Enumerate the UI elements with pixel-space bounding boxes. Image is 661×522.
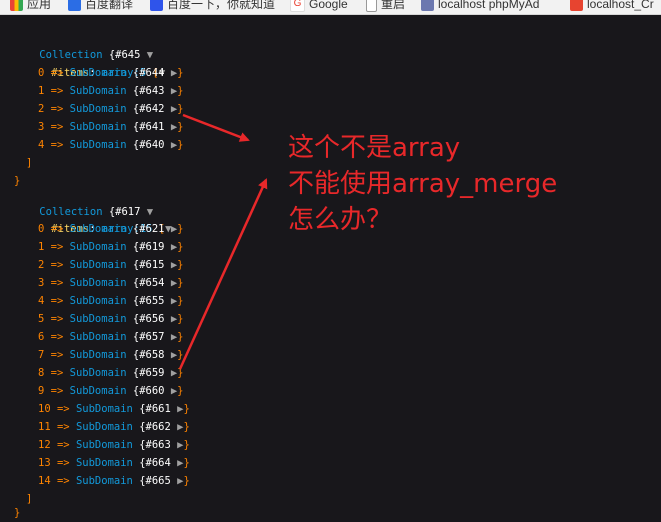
annotation-arrows <box>178 113 268 370</box>
arrow-to-annotation <box>182 113 250 142</box>
annotation-text: 这个不是array 不能使用array_merge 怎么办？ <box>288 130 557 238</box>
annotation-line: 怎么办？ <box>288 205 393 235</box>
arrow-to-annotation <box>178 178 268 370</box>
annotation-line: 这个不是array <box>288 133 461 163</box>
annotation-line: 不能使用array_merge <box>288 169 558 199</box>
